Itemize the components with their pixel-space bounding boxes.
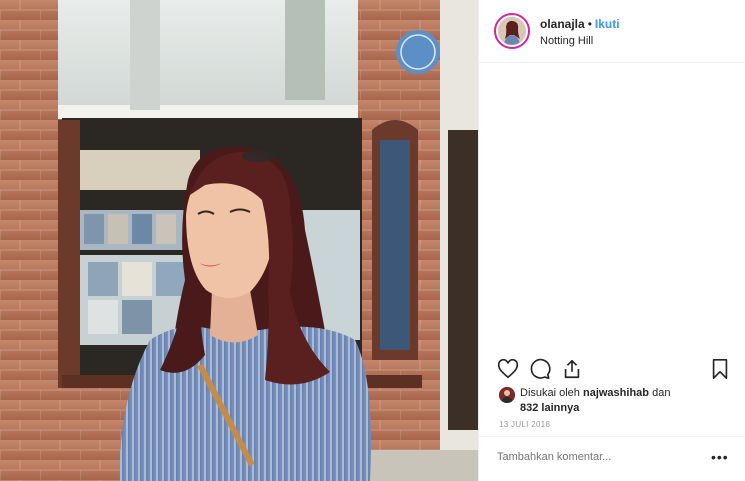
photo-illustration bbox=[0, 0, 478, 481]
comment-icon[interactable] bbox=[529, 358, 551, 380]
comment-bar: ••• bbox=[479, 436, 745, 481]
avatar-image bbox=[498, 17, 526, 45]
likes-count[interactable]: 832 lainnya bbox=[520, 402, 579, 414]
follow-button[interactable]: Ikuti bbox=[595, 17, 620, 31]
liker-avatar[interactable] bbox=[499, 387, 515, 403]
heart-icon[interactable] bbox=[497, 358, 519, 380]
likes-connector: dan bbox=[652, 387, 671, 399]
location-link[interactable]: Notting Hill bbox=[540, 35, 593, 47]
user-line: olanajla • Ikuti bbox=[540, 17, 620, 31]
post-date[interactable]: 13 JULI 2018 bbox=[499, 420, 550, 429]
likes-text: Disukai oleh najwashihab dan 832 lainnya bbox=[520, 386, 720, 416]
likes-prefix: Disukai oleh bbox=[520, 387, 580, 399]
username-link[interactable]: olanajla bbox=[540, 17, 585, 31]
post-side-panel: olanajla • Ikuti Notting Hill Disukai oleh… bbox=[478, 0, 745, 481]
share-icon[interactable] bbox=[561, 358, 583, 380]
action-bar bbox=[497, 358, 729, 382]
bookmark-icon[interactable] bbox=[709, 358, 731, 380]
liker-username[interactable]: najwashihab bbox=[583, 387, 649, 399]
more-options-icon[interactable]: ••• bbox=[711, 449, 729, 465]
user-avatar[interactable] bbox=[494, 13, 530, 49]
avatar-illustration bbox=[498, 17, 526, 45]
separator-dot: • bbox=[587, 17, 592, 31]
post-photo[interactable] bbox=[0, 0, 478, 481]
comment-input[interactable] bbox=[497, 451, 697, 463]
post-header: olanajla • Ikuti Notting Hill bbox=[479, 0, 745, 63]
